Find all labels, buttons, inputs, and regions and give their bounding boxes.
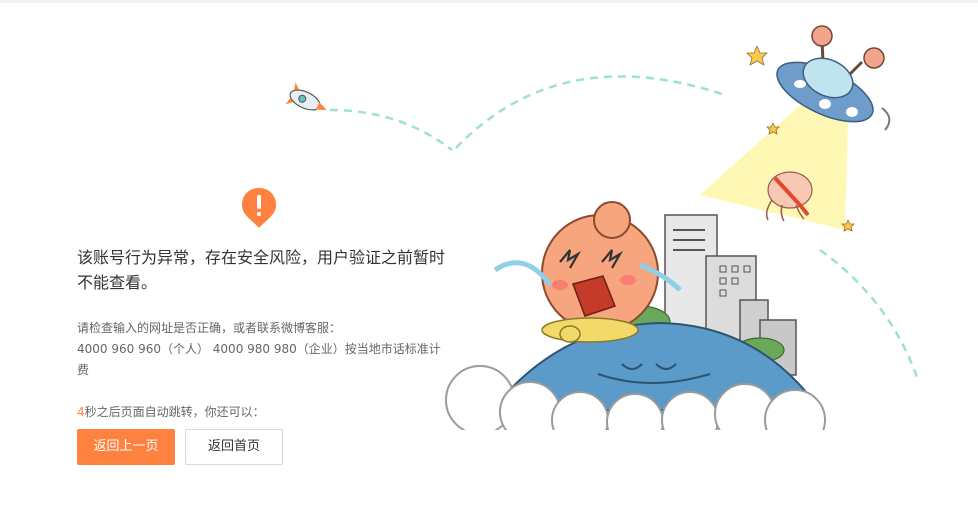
star-icon (746, 44, 768, 66)
hint-intro: 请检查输入的网址是否正确，或者联系微博客服： (77, 321, 342, 335)
ufo-beam (700, 105, 848, 230)
top-divider (0, 0, 978, 3)
error-title: 该账号行为异常，存在安全风险，用户验证之前暂时不能查看。 (77, 248, 446, 292)
home-button[interactable]: 返回首页 (185, 429, 283, 465)
rocket-icon (285, 82, 327, 111)
contact-hint: 请检查输入的网址是否正确，或者联系微博客服： 4000 960 960（个人） … (77, 318, 447, 381)
error-page: 该账号行为异常，存在安全风险，用户验证之前暂时不能查看。 请检查输入的网址是否正… (0, 0, 978, 516)
dashed-path-top (455, 75, 726, 149)
redirect-text: 秒之后页面自动跳转，你还可以： (84, 405, 265, 419)
hint-phone: 4000 960 960（个人） 4000 980 980（企业）按当地市话标准… (77, 342, 441, 356)
back-button[interactable]: 返回上一页 (77, 429, 175, 465)
hint-tail: 费 (77, 363, 90, 377)
redirect-notice: 4秒之后页面自动跳转，你还可以： (77, 403, 265, 421)
dashed-path-left (329, 108, 453, 151)
countdown-number: 4 (77, 405, 85, 419)
dashed-path-right (819, 248, 920, 381)
exclamation-pin-icon (242, 188, 276, 228)
